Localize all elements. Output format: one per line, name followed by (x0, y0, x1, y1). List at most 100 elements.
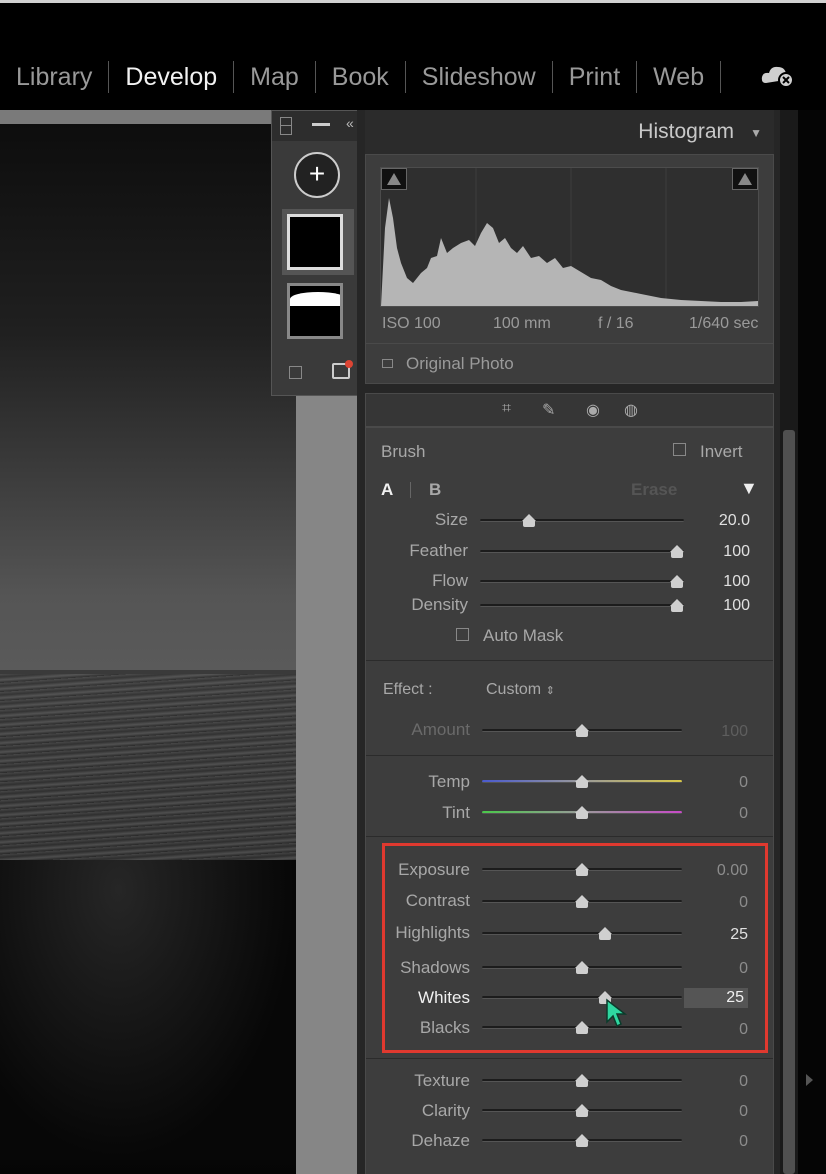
tint-value[interactable]: 0 (698, 805, 748, 823)
module-print[interactable]: Print (553, 61, 638, 93)
collapse-triangle-icon[interactable]: ▼ (750, 126, 762, 140)
flow-slider-thumb[interactable] (670, 575, 684, 589)
effect-label: Effect : (383, 681, 433, 698)
module-map[interactable]: Map (234, 61, 316, 93)
original-photo-row[interactable]: Original Photo (366, 343, 773, 383)
shadow-clipping-indicator[interactable] (381, 168, 407, 190)
feather-slider[interactable] (480, 550, 684, 553)
auto-mask-label: Auto Mask (483, 626, 564, 645)
tab-divider (410, 482, 411, 498)
module-book[interactable]: Book (316, 61, 406, 93)
temp-value[interactable]: 0 (698, 774, 748, 792)
density-label: Density (411, 595, 468, 614)
section-divider (366, 755, 773, 756)
module-slideshow[interactable]: Slideshow (406, 61, 553, 93)
feather-value[interactable]: 100 (700, 543, 750, 561)
tint-slider-thumb[interactable] (575, 806, 589, 820)
density-value[interactable]: 100 (700, 597, 750, 615)
module-nav: Library Develop Map Book Slideshow Print… (0, 57, 722, 97)
feather-slider-thumb[interactable] (670, 545, 684, 559)
size-slider-thumb[interactable] (521, 514, 536, 528)
healing-icon[interactable]: ✎ (542, 400, 555, 420)
flow-slider[interactable] (480, 580, 684, 583)
invert-label: Invert (700, 442, 743, 461)
masking-icon[interactable]: ◍ (624, 400, 638, 420)
effect-preset-value: Custom (486, 681, 542, 698)
original-photo-icon (382, 359, 393, 368)
histogram-title: Histogram (638, 120, 734, 143)
crop-icon[interactable]: ⌗ (502, 400, 511, 418)
scrollbar-thumb[interactable] (783, 430, 795, 1174)
tool-strip: ⌗ ✎ ◉ ◍ (365, 393, 774, 427)
size-value[interactable]: 20.0 (700, 512, 750, 530)
density-slider[interactable] (480, 604, 684, 607)
texture-label: Texture (414, 1071, 470, 1090)
annotation-highlight-box (382, 843, 768, 1053)
size-slider[interactable] (480, 519, 684, 522)
photo-rocks (0, 860, 296, 1160)
aperture-info: f / 16 (598, 315, 634, 332)
chevron-updown-icon: ⇕ (545, 685, 555, 697)
clarity-value[interactable]: 0 (698, 1103, 748, 1121)
iso-info: ISO 100 (382, 315, 441, 332)
temp-slider-thumb[interactable] (575, 775, 589, 789)
brush-tab-a[interactable]: A (381, 480, 393, 500)
focal-length-info: 100 mm (493, 315, 551, 332)
mouse-cursor-icon (606, 998, 628, 1028)
brush-stroke-preview (290, 292, 340, 306)
feather-label: Feather (409, 541, 468, 560)
amount-value[interactable]: 100 (698, 723, 748, 741)
histogram-curve (381, 168, 758, 306)
dehaze-value[interactable]: 0 (698, 1133, 748, 1151)
mask-thumbnail-selected[interactable] (282, 209, 354, 275)
dehaze-slider-thumb[interactable] (575, 1134, 589, 1148)
panel-toggle-icon[interactable] (280, 117, 292, 135)
collapse-icon[interactable]: « (346, 115, 354, 131)
tint-label: Tint (442, 803, 470, 822)
amount-slider-thumb[interactable] (575, 724, 589, 738)
amount-label: Amount (411, 720, 470, 739)
mask-thumbnail-brush[interactable] (287, 283, 343, 339)
masks-panel: « + (271, 110, 363, 396)
brush-title: Brush (381, 442, 426, 461)
density-slider-thumb[interactable] (670, 599, 684, 613)
texture-slider-thumb[interactable] (575, 1074, 589, 1088)
add-mask-button[interactable]: + (294, 152, 340, 198)
show-overlay-checkbox[interactable] (289, 366, 302, 379)
minimize-icon[interactable] (312, 123, 330, 126)
original-photo-label: Original Photo (406, 354, 514, 373)
histogram-header[interactable]: Histogram ▼ (365, 110, 774, 154)
module-web[interactable]: Web (637, 61, 722, 93)
dehaze-label: Dehaze (411, 1131, 470, 1150)
masks-panel-header[interactable]: « (272, 111, 362, 141)
texture-value[interactable]: 0 (698, 1073, 748, 1091)
mask-thumbnail-image (287, 214, 343, 270)
brush-tab-b[interactable]: B (429, 480, 441, 500)
section-divider (366, 660, 773, 661)
histogram-panel: ISO 100 100 mm f / 16 1/640 sec Original… (365, 154, 774, 384)
red-eye-icon[interactable]: ◉ (586, 400, 600, 420)
brush-options-triangle-icon[interactable]: ▼ (740, 478, 758, 499)
panel-edge (798, 110, 826, 1174)
brush-tab-erase[interactable]: Erase (631, 480, 677, 500)
clarity-slider-thumb[interactable] (575, 1104, 589, 1118)
auto-mask-checkbox[interactable] (456, 628, 469, 641)
brush-panel: Brush Invert A B Erase ▼ Size 20.0 Feath… (365, 427, 774, 1174)
size-label: Size (434, 510, 468, 529)
module-bar: Library Develop Map Book Slideshow Print… (0, 0, 826, 110)
cloud-sync-icon[interactable] (760, 61, 796, 89)
section-divider (366, 1058, 773, 1059)
photo-sea (0, 674, 296, 864)
effect-preset-select[interactable]: Custom ⇕ (486, 681, 555, 699)
module-library[interactable]: Library (0, 61, 110, 93)
expand-panel-icon[interactable] (806, 1074, 813, 1086)
invert-checkbox[interactable] (673, 443, 686, 456)
section-divider (366, 836, 773, 837)
module-develop[interactable]: Develop (109, 61, 235, 93)
flow-label: Flow (432, 571, 468, 590)
highlight-clipping-indicator[interactable] (732, 168, 758, 190)
histogram-graph[interactable] (380, 167, 759, 307)
flow-value[interactable]: 100 (700, 573, 750, 591)
temp-label: Temp (428, 772, 470, 791)
overlay-options-icon[interactable] (332, 360, 353, 379)
